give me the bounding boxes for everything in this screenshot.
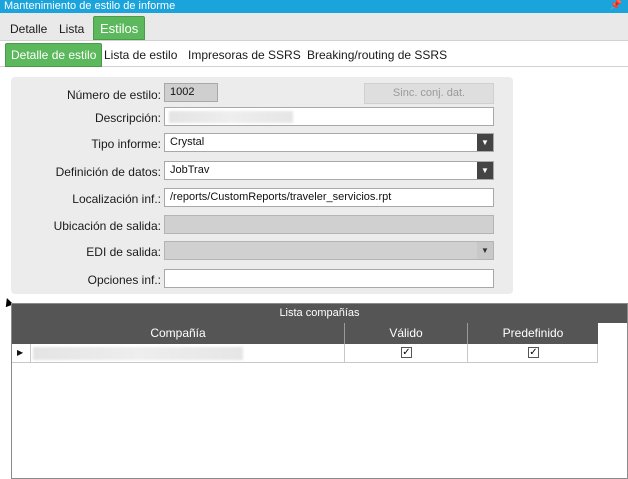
ubicacion-salida-label: Ubicación de salida:: [53, 219, 161, 233]
pin-icon[interactable]: 📌: [610, 0, 622, 12]
tab-impresoras-ssrs[interactable]: Impresoras de SSRS: [188, 48, 301, 62]
predefinido-checkbox[interactable]: ✓: [528, 347, 539, 358]
definicion-datos-select[interactable]: JobTrav ▼: [164, 161, 494, 180]
tab-estilos[interactable]: Estilos: [93, 16, 146, 40]
redacted-text: [169, 111, 293, 123]
edi-salida-select: ▼: [164, 241, 494, 260]
grid-header-row: Compañía Válido Predefinido: [12, 323, 598, 344]
column-header-predefinido[interactable]: Predefinido: [467, 323, 598, 344]
chevron-down-icon[interactable]: ▼: [477, 134, 493, 151]
opciones-inf-label: Opciones inf.:: [87, 273, 161, 287]
cell-predefinido: ✓: [467, 344, 598, 363]
ubicacion-salida-input: [164, 215, 494, 234]
sinc-conj-dat-button[interactable]: Sinc. conj. dat.: [364, 83, 494, 104]
main-tabbar: Detalle Lista Estilos: [0, 13, 628, 41]
chevron-down-icon[interactable]: ▼: [477, 162, 493, 179]
tipo-informe-value: Crystal: [170, 136, 205, 148]
window-title: Mantenimiento de estilo de informe: [4, 0, 176, 12]
definicion-datos-label: Definición de datos:: [55, 165, 161, 179]
sub-tabbar: Detalle de estilo Lista de estilo Impres…: [0, 41, 628, 67]
row-selector-icon: ▶: [17, 348, 24, 357]
tab-breaking-routing-ssrs[interactable]: Breaking/routing de SSRS: [307, 48, 447, 62]
column-header-valido[interactable]: Válido: [344, 323, 467, 344]
cell-valido: ✓: [344, 344, 467, 363]
tipo-informe-select[interactable]: Crystal ▼: [164, 133, 494, 152]
tab-lista-de-estilo[interactable]: Lista de estilo: [104, 48, 177, 62]
edi-salida-label: EDI de salida:: [86, 245, 161, 259]
numero-estilo-label: Número de estilo:: [66, 88, 161, 102]
tab-detalle-de-estilo[interactable]: Detalle de estilo: [5, 43, 103, 67]
tab-detalle[interactable]: Detalle: [10, 22, 47, 36]
column-header-compania[interactable]: Compañía: [12, 323, 344, 344]
descripcion-input[interactable]: [164, 107, 494, 126]
valido-checkbox[interactable]: ✓: [401, 347, 412, 358]
opciones-inf-input[interactable]: [164, 269, 494, 288]
localizacion-inf-label: Localización inf.:: [72, 192, 161, 206]
redacted-text: [33, 347, 243, 360]
numero-estilo-field: 1002: [164, 83, 218, 102]
descripcion-label: Descripción:: [94, 111, 161, 125]
cell-compania[interactable]: [30, 344, 344, 363]
window-titlebar: Mantenimiento de estilo de informe 📌: [0, 0, 628, 13]
tipo-informe-label: Tipo informe:: [91, 137, 161, 151]
localizacion-inf-input[interactable]: /reports/CustomReports/traveler_servicio…: [164, 188, 494, 207]
chevron-down-icon: ▼: [477, 242, 493, 259]
table-row[interactable]: ▶ ✓ ✓: [12, 344, 598, 363]
tab-lista[interactable]: Lista: [59, 22, 84, 36]
grid-title: Lista compañías: [12, 304, 627, 323]
definicion-datos-value: JobTrav: [170, 164, 210, 176]
companias-grid: Lista compañías Compañía Válido Predefin…: [11, 303, 628, 479]
